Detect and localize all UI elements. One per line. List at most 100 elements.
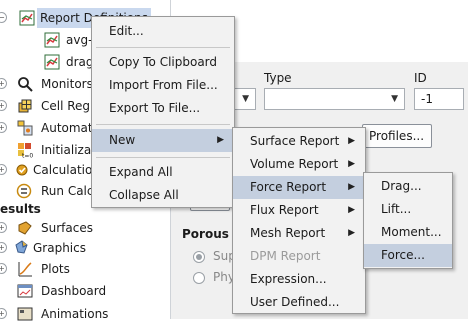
menu-item-new[interactable]: New ▶ — [92, 129, 234, 152]
id-label: ID — [414, 71, 427, 85]
tree-item-label: Calculation — [33, 163, 100, 177]
menu-item-user-defined[interactable]: User Defined... — [233, 291, 365, 314]
plots-icon — [18, 262, 32, 277]
menu-item-label: Copy To Clipboard — [109, 55, 218, 69]
menu-separator — [96, 47, 230, 48]
menu-item-flux-report[interactable]: Flux Report ▶ — [233, 199, 365, 222]
menu-item-copy-to-clipboard[interactable]: Copy To Clipboard — [92, 51, 234, 74]
surfaces-icon — [18, 221, 32, 235]
menu-item-label: Export To File... — [109, 101, 201, 115]
submenu-arrow-icon: ▶ — [348, 205, 355, 215]
id-value: -1 — [421, 92, 433, 106]
tree-item-label: Graphics — [33, 241, 86, 255]
tree-context-menu: Edit... Copy To Clipboard Import From Fi… — [91, 16, 235, 208]
menu-item-import-from-file[interactable]: Import From File... — [92, 74, 234, 97]
tree-item-label: Animations — [41, 307, 109, 321]
tree-expander-icon[interactable]: + — [0, 100, 7, 111]
menu-item-label: DPM Report — [250, 249, 321, 263]
report-item-icon — [44, 54, 60, 70]
menu-item-collapse-all[interactable]: Collapse All — [92, 184, 234, 207]
tree-item-plots[interactable]: + Plots — [0, 259, 170, 279]
menu-item-dpm-report: DPM Report — [233, 245, 365, 268]
type-label: Type — [264, 71, 292, 85]
submenu-arrow-icon: ▶ — [348, 159, 355, 169]
tree-item-graphics[interactable]: + Graphics — [0, 238, 170, 258]
tree-item-label: Cell Reg — [41, 99, 91, 113]
monitors-icon — [18, 77, 33, 92]
tree-item-label: Automat — [41, 121, 93, 135]
menu-item-expression[interactable]: Expression... — [233, 268, 365, 291]
menu-item-label: Flux Report — [250, 203, 319, 217]
menu-item-export-to-file[interactable]: Export To File... — [92, 97, 234, 120]
menu-item-force-report[interactable]: Force Report ▶ — [233, 176, 365, 199]
tree-expander-icon[interactable]: − — [0, 12, 7, 23]
tree-expander-icon[interactable]: + — [0, 308, 7, 319]
menu-item-label: Expression... — [250, 272, 327, 286]
tree-item-label: Plots — [41, 262, 70, 276]
tree-expander-icon[interactable]: + — [0, 222, 7, 233]
menu-item-mesh-report[interactable]: Mesh Report ▶ — [233, 222, 365, 245]
menu-item-label: Force Report — [250, 180, 327, 194]
menu-item-lift[interactable]: Lift... — [364, 198, 452, 221]
menu-separator — [96, 157, 230, 158]
new-submenu: Surface Report ▶ Volume Report ▶ Force R… — [232, 127, 366, 314]
tree-item-label: Initializat — [41, 143, 96, 157]
force-report-submenu: Drag... Lift... Moment... Force... — [363, 172, 453, 269]
tree-expander-icon[interactable]: + — [0, 122, 7, 133]
tree-expander-icon[interactable]: + — [0, 164, 7, 175]
graphics-icon — [15, 240, 28, 254]
cell-registers-icon — [18, 99, 32, 113]
menu-item-label: Force... — [381, 248, 425, 262]
submenu-arrow-icon: ▶ — [217, 135, 224, 145]
tree-item-label: Surfaces — [41, 221, 93, 235]
superficial-velocity-radio[interactable] — [193, 251, 205, 263]
tree-item-surfaces[interactable]: + Surfaces — [0, 218, 170, 238]
menu-item-label: Expand All — [109, 165, 173, 179]
menu-item-drag[interactable]: Drag... — [364, 175, 452, 198]
menu-item-force[interactable]: Force... — [364, 244, 452, 267]
tree-item-label: avg- — [66, 33, 93, 47]
menu-item-volume-report[interactable]: Volume Report ▶ — [233, 153, 365, 176]
physical-velocity-radio[interactable] — [193, 272, 205, 284]
svg-text:t=0: t=0 — [22, 153, 33, 159]
tree-item-label: drag — [66, 55, 94, 69]
chevron-down-icon: ▼ — [391, 94, 398, 104]
id-field[interactable]: -1 — [414, 88, 464, 110]
menu-item-label: Drag... — [381, 179, 422, 193]
menu-item-label: Volume Report — [250, 157, 339, 171]
chevron-down-icon: ▼ — [242, 94, 249, 104]
submenu-arrow-icon: ▶ — [348, 136, 355, 146]
menu-item-edit[interactable]: Edit... — [92, 20, 234, 43]
menu-item-moment[interactable]: Moment... — [364, 221, 452, 244]
dashboard-icon — [17, 284, 33, 298]
menu-item-label: Moment... — [381, 225, 442, 239]
tree-section-results[interactable]: esults — [0, 200, 41, 218]
menu-item-label: Lift... — [381, 202, 412, 216]
submenu-arrow-icon: ▶ — [348, 182, 355, 192]
tree-expander-icon[interactable]: + — [0, 263, 7, 274]
menu-item-expand-all[interactable]: Expand All — [92, 161, 234, 184]
report-item-icon — [44, 32, 60, 48]
submenu-arrow-icon: ▶ — [348, 228, 355, 238]
menu-item-label: Mesh Report — [250, 226, 326, 240]
tree-item-dashboard[interactable]: Dashboard — [0, 281, 170, 301]
tree-item-label: Run Calc — [41, 184, 94, 198]
type-combo[interactable]: ▼ — [264, 88, 405, 110]
menu-item-label: New — [109, 133, 136, 147]
menu-item-label: Edit... — [109, 24, 144, 38]
tree-expander-icon[interactable]: + — [0, 242, 7, 253]
run-calculation-icon — [16, 183, 32, 199]
calculation-icon — [16, 164, 28, 176]
report-definitions-icon — [19, 10, 35, 26]
initialization-icon: t=0 — [18, 143, 33, 159]
profiles-button[interactable]: Profiles... — [362, 124, 432, 148]
porous-label: Porous — [182, 227, 229, 241]
menu-item-label: Import From File... — [109, 78, 218, 92]
tree-item-animations[interactable]: + Animations — [0, 304, 170, 324]
tree-expander-icon[interactable]: + — [0, 78, 7, 89]
tree-item-label: Dashboard — [41, 284, 107, 298]
menu-item-surface-report[interactable]: Surface Report ▶ — [233, 130, 365, 153]
animations-icon — [17, 307, 33, 321]
menu-item-label: Surface Report — [250, 134, 340, 148]
menu-item-label: User Defined... — [250, 295, 340, 309]
